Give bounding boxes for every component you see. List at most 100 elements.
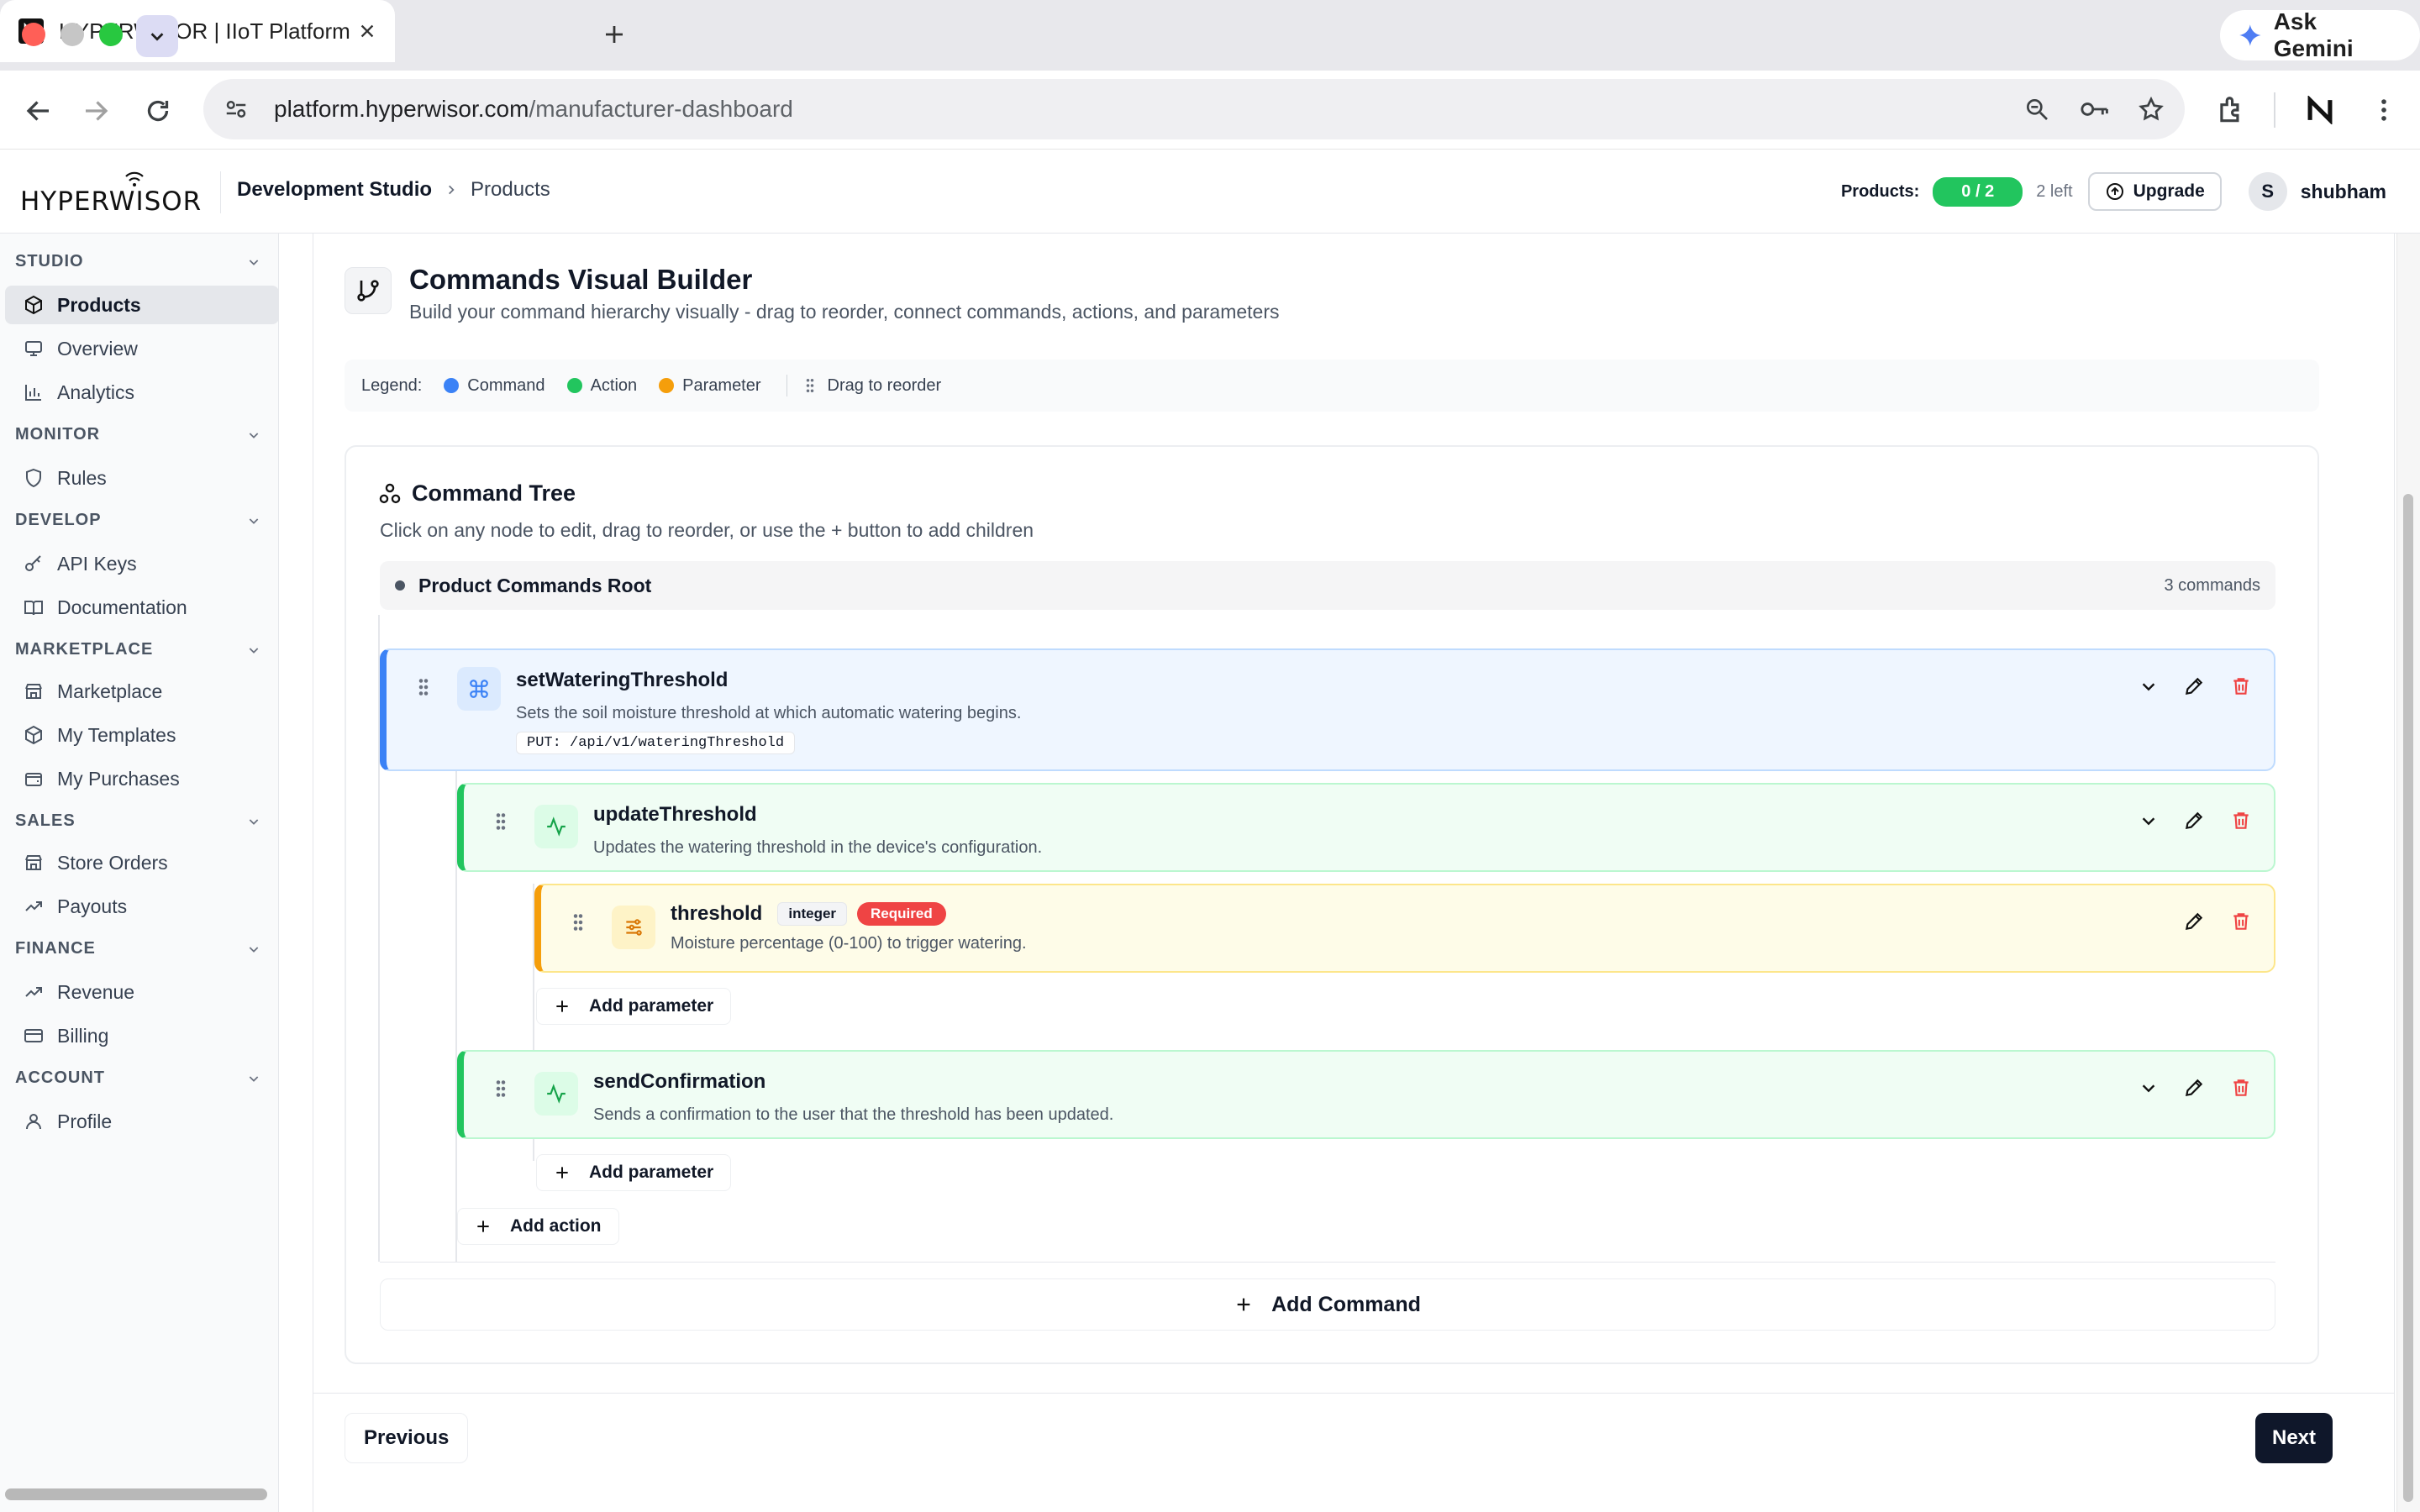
previous-label: Previous xyxy=(364,1426,450,1449)
command-info: setWateringThreshold Sets the soil moist… xyxy=(516,669,1021,754)
maximize-window-button[interactable] xyxy=(99,23,123,46)
edit-pencil-icon[interactable] xyxy=(2183,1077,2205,1099)
sidebar-item-rules[interactable]: Rules xyxy=(5,459,279,497)
close-window-button[interactable] xyxy=(22,23,45,46)
header-right: Products: 0 / 2 2 left Upgrade S shubham xyxy=(1841,168,2420,215)
delete-trash-icon[interactable] xyxy=(2230,675,2252,697)
sidebar-item-store-orders[interactable]: Store Orders xyxy=(5,843,279,882)
new-tab-button[interactable] xyxy=(602,22,627,47)
close-tab-icon[interactable] xyxy=(358,22,376,40)
drag-handle-icon[interactable] xyxy=(571,912,585,932)
command-node[interactable]: setWateringThreshold Sets the soil moist… xyxy=(380,648,2275,771)
more-menu-icon[interactable] xyxy=(2370,96,2398,124)
back-icon[interactable] xyxy=(24,96,54,126)
tab-search-button[interactable] xyxy=(136,15,178,57)
sidebar-item-label: Documentation xyxy=(57,596,187,618)
user-name[interactable]: shubham xyxy=(2301,181,2386,203)
breadcrumb-development-studio[interactable]: Development Studio xyxy=(237,178,432,202)
site-settings-icon[interactable] xyxy=(224,97,249,122)
action-controls xyxy=(2139,1077,2252,1099)
sidebar-item-marketplace[interactable]: Marketplace xyxy=(5,672,279,711)
chevron-down-icon xyxy=(249,946,259,953)
hyperwisor-logo[interactable]: HYPERWISOR xyxy=(20,168,205,217)
section-title: DEVELOP xyxy=(15,511,102,529)
delete-trash-icon[interactable] xyxy=(2230,1077,2252,1099)
ask-gemini-button[interactable]: Ask Gemini xyxy=(2220,8,2420,61)
sidebar-section-finance[interactable]: FINANCE xyxy=(15,939,260,958)
command-name: setWateringThreshold xyxy=(516,669,729,691)
add-action-label: Add action xyxy=(510,1216,602,1236)
sidebar-section-develop[interactable]: DEVELOP xyxy=(15,511,260,530)
parameter-info: threshold integer Required Moisture perc… xyxy=(671,902,1027,953)
edit-pencil-icon[interactable] xyxy=(2183,675,2205,697)
add-parameter-button[interactable]: Add parameter xyxy=(536,988,732,1025)
chevron-down-icon[interactable] xyxy=(2139,1079,2158,1097)
credit-card-icon xyxy=(24,1029,43,1042)
command-tree-subtitle: Click on any node to edit, drag to reord… xyxy=(380,519,1034,541)
sidebar-item-billing[interactable]: Billing xyxy=(5,1016,279,1055)
legend-bar: Legend: Command Action Parameter Drag to… xyxy=(345,360,2319,412)
command-tree-card: Command Tree Click on any node to edit, … xyxy=(345,445,2319,1364)
zoom-icon[interactable] xyxy=(2023,96,2050,123)
address-bar[interactable]: platform.hyperwisor.com/manufacturer-das… xyxy=(203,79,2185,139)
main-scrollbar-thumb[interactable] xyxy=(2403,494,2413,1502)
delete-trash-icon[interactable] xyxy=(2230,911,2252,932)
action-node[interactable]: sendConfirmation Sends a confirmation to… xyxy=(457,1050,2275,1139)
sidebar-item-documentation[interactable]: Documentation xyxy=(5,588,279,627)
parameter-description: Moisture percentage (0-100) to trigger w… xyxy=(671,934,1027,953)
add-command-button[interactable]: Add Command xyxy=(380,1278,2275,1331)
section-title: MARKETPLACE xyxy=(15,640,154,659)
parameter-color-dot xyxy=(659,378,675,393)
reload-icon[interactable] xyxy=(143,96,173,126)
sidebar-item-api-keys[interactable]: API Keys xyxy=(5,544,279,583)
add-action-button[interactable]: Add action xyxy=(457,1208,619,1245)
previous-button[interactable]: Previous xyxy=(345,1413,469,1463)
forward-icon[interactable] xyxy=(81,96,111,126)
avatar[interactable]: S xyxy=(2248,172,2287,211)
profile-extension-icon[interactable] xyxy=(2306,96,2334,124)
products-quota-badge: 0 / 2 xyxy=(1933,176,2023,207)
sidebar-section-account[interactable]: ACCOUNT xyxy=(15,1068,260,1088)
add-parameter-label: Add parameter xyxy=(589,996,714,1016)
upgrade-label: Upgrade xyxy=(2133,181,2205,201)
section-title: STUDIO xyxy=(15,252,84,270)
sidebar-section-marketplace[interactable]: MARKETPLACE xyxy=(15,640,260,659)
delete-trash-icon[interactable] xyxy=(2230,810,2252,832)
extensions-puzzle-icon[interactable] xyxy=(2215,94,2247,126)
bookmark-star-icon[interactable] xyxy=(2138,96,2165,123)
action-node[interactable]: updateThreshold Updates the watering thr… xyxy=(457,783,2275,872)
sidebar-item-profile[interactable]: Profile xyxy=(5,1102,279,1141)
add-parameter-button[interactable]: Add parameter xyxy=(536,1154,732,1191)
product-commands-root: Product Commands Root 3 commands xyxy=(380,561,2275,610)
chevron-down-icon[interactable] xyxy=(2139,811,2158,830)
sidebar-item-revenue[interactable]: Revenue xyxy=(5,973,279,1011)
sidebar-section-monitor[interactable]: MONITOR xyxy=(15,425,260,444)
upgrade-button[interactable]: Upgrade xyxy=(2087,172,2222,211)
sidebar-item-my-templates[interactable]: My Templates xyxy=(5,716,279,754)
next-button[interactable]: Next xyxy=(2255,1413,2333,1463)
parameter-node[interactable]: threshold integer Required Moisture perc… xyxy=(534,884,2275,973)
monitor-icon xyxy=(25,341,42,356)
sidebar-item-overview[interactable]: Overview xyxy=(5,329,279,368)
browser-tab-active[interactable]: HYPERWISOR | IIoT Platform xyxy=(0,0,395,62)
drag-handle-icon[interactable] xyxy=(494,811,508,832)
sidebar-section-studio[interactable]: STUDIO xyxy=(15,252,260,271)
drag-handle-icon[interactable] xyxy=(417,677,430,697)
sidebar-item-products[interactable]: Products xyxy=(5,286,279,324)
sidebar-section-sales[interactable]: SALES xyxy=(15,811,260,831)
add-parameter-label: Add parameter xyxy=(589,1163,714,1182)
action-name: sendConfirmation xyxy=(593,1070,766,1093)
chevron-down-icon[interactable] xyxy=(2139,677,2158,696)
browser-toolbar: platform.hyperwisor.com/manufacturer-das… xyxy=(0,71,2420,150)
git-branch-icon xyxy=(345,267,392,314)
password-key-icon[interactable] xyxy=(2079,96,2109,123)
sidebar-item-my-purchases[interactable]: My Purchases xyxy=(5,759,279,798)
sidebar-horizontal-scrollbar[interactable] xyxy=(5,1488,267,1500)
edit-pencil-icon[interactable] xyxy=(2183,810,2205,832)
edit-pencil-icon[interactable] xyxy=(2183,911,2205,932)
command-icon xyxy=(457,667,501,711)
sidebar-item-payouts[interactable]: Payouts xyxy=(5,887,279,926)
drag-handle-icon[interactable] xyxy=(494,1079,508,1099)
sidebar-item-analytics[interactable]: Analytics xyxy=(5,373,279,412)
minimize-window-button[interactable] xyxy=(60,23,84,46)
